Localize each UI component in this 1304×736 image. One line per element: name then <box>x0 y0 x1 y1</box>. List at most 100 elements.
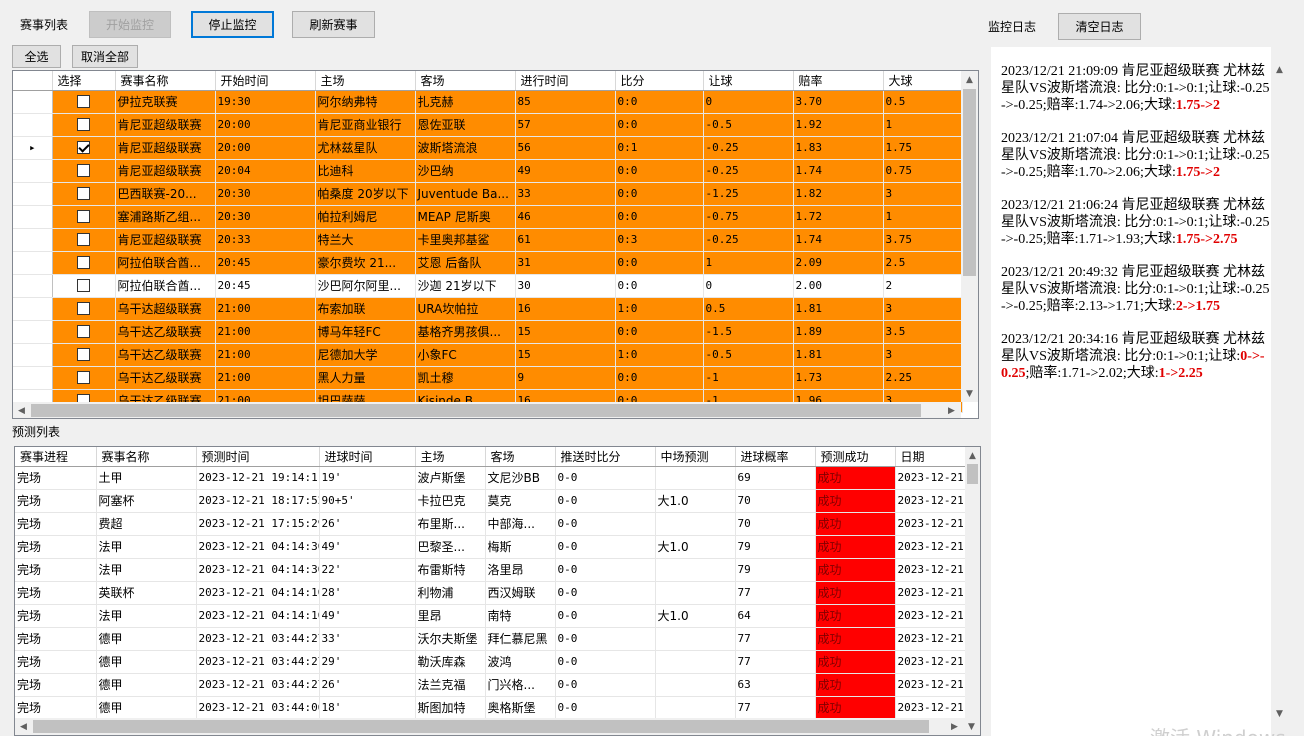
prediction-cell[interactable] <box>655 581 736 605</box>
row-header[interactable] <box>13 205 53 229</box>
success-cell[interactable]: 成功 <box>815 650 896 674</box>
prediction-col-header[interactable]: 中场预测 <box>655 447 736 467</box>
prediction-col-header[interactable]: 进球时间 <box>319 447 416 467</box>
match-cell[interactable]: 1.83 <box>793 136 884 160</box>
scroll-right-icon[interactable]: ▶ <box>943 402 960 418</box>
match-row[interactable]: 乌干达超级联赛 21:00 布索加联 URA坎帕拉 16 1:0 0.5 1.81 3 <box>13 297 963 321</box>
prediction-cell[interactable]: 2023-12-21 04:14:10 <box>196 604 320 628</box>
prediction-vertical-scrollbar[interactable]: ▲ <box>965 447 980 718</box>
match-cell[interactable]: 伊拉克联赛 <box>115 90 216 114</box>
prediction-cell[interactable]: 18' <box>319 696 416 720</box>
match-cell[interactable]: 0:3 <box>615 228 704 252</box>
match-cell[interactable]: -1.5 <box>703 320 794 344</box>
prediction-cell[interactable]: 77 <box>735 581 816 605</box>
log-vertical-scrollbar[interactable]: ▲ ▼ <box>1271 47 1288 736</box>
match-cell[interactable]: 0:0 <box>615 366 704 390</box>
match-cell[interactable]: 21:00 <box>215 297 316 321</box>
scroll-down-icon[interactable]: ▼ <box>961 385 978 402</box>
row-header[interactable]: ▸ <box>13 136 53 160</box>
prediction-cell[interactable]: 33' <box>319 627 416 651</box>
select-checkbox[interactable] <box>77 371 90 385</box>
match-cell[interactable]: 2.00 <box>793 274 884 298</box>
match-row[interactable]: 阿拉伯联合酋... 20:45 沙巴阿尔阿里... 沙迦 21岁以下 30 0:0 0 2.0… <box>13 274 963 298</box>
match-cell[interactable]: 沙巴阿尔阿里... <box>315 274 416 298</box>
prediction-cell[interactable]: 南特 <box>485 604 556 628</box>
match-cell[interactable]: 肯尼亚超级联赛 <box>115 113 216 137</box>
success-cell[interactable]: 成功 <box>815 581 896 605</box>
prediction-cell[interactable]: 费超 <box>96 512 197 536</box>
match-cell[interactable]: 特兰大 <box>315 228 416 252</box>
match-cell[interactable]: 肯尼亚超级联赛 <box>115 228 216 252</box>
match-row[interactable]: 巴西联赛-20... 20:30 帕桑度 20岁以下 Juventude Ba... 3… <box>13 182 963 206</box>
match-cell[interactable]: 3.70 <box>793 90 884 114</box>
match-row[interactable]: 乌干达乙级联赛 21:00 尼德加大学 小象FC 15 1:0 -0.5 1.81 3 <box>13 343 963 367</box>
prediction-cell[interactable]: 完场 <box>15 627 97 651</box>
match-cell[interactable]: 16 <box>515 297 616 321</box>
prediction-cell[interactable]: 2023-12-21 <box>895 512 966 536</box>
prediction-cell[interactable]: 63 <box>735 673 816 697</box>
row-header[interactable] <box>13 113 53 137</box>
scroll-left-icon[interactable]: ◀ <box>13 402 30 418</box>
match-cell[interactable]: 尤林兹星队 <box>315 136 416 160</box>
prediction-row[interactable]: 完场 德甲 2023-12-21 03:44:06 18' 斯图加特 奥格斯堡 0-0 77 成… <box>15 696 966 720</box>
prediction-col-header[interactable]: 预测时间 <box>196 447 320 467</box>
stop-monitor-button[interactable]: 停止监控 <box>191 11 274 38</box>
prediction-cell[interactable] <box>655 512 736 536</box>
select-checkbox[interactable] <box>77 118 90 132</box>
match-cell[interactable]: 1:0 <box>615 297 704 321</box>
prediction-cell[interactable]: 大1.0 <box>655 535 736 559</box>
scroll-thumb[interactable] <box>967 464 978 484</box>
prediction-row[interactable]: 完场 法甲 2023-12-21 04:14:30 49' 巴黎圣... 梅斯 0-0 大1.… <box>15 535 966 559</box>
prediction-cell[interactable]: 奥格斯堡 <box>485 696 556 720</box>
prediction-cell[interactable]: 0-0 <box>555 535 656 559</box>
match-cell[interactable]: 0:0 <box>615 251 704 275</box>
monitor-log-panel[interactable]: 2023/12/21 21:09:09 肯尼亚超级联赛 尤林兹星队VS波斯塔流浪… <box>991 47 1288 736</box>
prediction-cell[interactable]: 波卢斯堡 <box>415 466 486 490</box>
prediction-cell[interactable]: 完场 <box>15 696 97 720</box>
match-cell[interactable]: 0:0 <box>615 159 704 183</box>
match-cell[interactable]: 沙迦 21岁以下 <box>415 274 516 298</box>
prediction-col-header[interactable]: 主场 <box>415 447 486 467</box>
prediction-cell[interactable]: 法甲 <box>96 604 197 628</box>
prediction-cell[interactable]: 69 <box>735 466 816 490</box>
select-all-button[interactable]: 全选 <box>12 45 61 68</box>
match-cell[interactable]: 1 <box>883 113 963 137</box>
success-cell[interactable]: 成功 <box>815 466 896 490</box>
match-cell[interactable]: 恩佐亚联 <box>415 113 516 137</box>
match-col-header[interactable]: 赔率 <box>793 71 884 91</box>
scroll-thumb[interactable] <box>963 89 976 276</box>
prediction-cell[interactable] <box>655 673 736 697</box>
prediction-cell[interactable]: 26' <box>319 512 416 536</box>
match-col-header[interactable]: 选择 <box>52 71 116 91</box>
select-checkbox[interactable] <box>77 187 90 201</box>
prediction-cell[interactable]: 卡拉巴克 <box>415 489 486 513</box>
match-cell[interactable]: 15 <box>515 320 616 344</box>
match-cell[interactable]: 博马年轻FC <box>315 320 416 344</box>
match-cell[interactable]: Juventude Ba... <box>415 182 516 206</box>
row-header[interactable] <box>13 90 53 114</box>
scroll-left-icon[interactable]: ◀ <box>15 718 32 735</box>
prediction-cell[interactable] <box>655 696 736 720</box>
success-cell[interactable]: 成功 <box>815 558 896 582</box>
prediction-cell[interactable]: 完场 <box>15 535 97 559</box>
match-row[interactable]: 肯尼亚超级联赛 20:00 肯尼亚商业银行 恩佐亚联 57 0:0 -0.5 1.92 1 <box>13 113 963 137</box>
prediction-cell[interactable]: 梅斯 <box>485 535 556 559</box>
prediction-cell[interactable]: 西汉姆联 <box>485 581 556 605</box>
match-cell[interactable]: -1.25 <box>703 182 794 206</box>
match-cell[interactable]: -0.25 <box>703 228 794 252</box>
match-cell[interactable]: 0:1 <box>615 136 704 160</box>
match-col-header[interactable]: 主场 <box>315 71 416 91</box>
match-cell[interactable]: 乌干达乙级联赛 <box>115 366 216 390</box>
match-cell[interactable]: 56 <box>515 136 616 160</box>
match-cell[interactable]: 豪尔费坎 21... <box>315 251 416 275</box>
prediction-col-header[interactable]: 客场 <box>485 447 556 467</box>
match-cell[interactable]: 0:0 <box>615 90 704 114</box>
success-cell[interactable]: 成功 <box>815 489 896 513</box>
select-checkbox[interactable] <box>77 256 90 270</box>
match-cell[interactable]: 0.75 <box>883 159 963 183</box>
match-cell[interactable]: 1.75 <box>883 136 963 160</box>
prediction-cell[interactable]: 勒沃库森 <box>415 650 486 674</box>
match-cell[interactable]: 20:00 <box>215 113 316 137</box>
prediction-cell[interactable]: 完场 <box>15 650 97 674</box>
match-cell[interactable]: 61 <box>515 228 616 252</box>
